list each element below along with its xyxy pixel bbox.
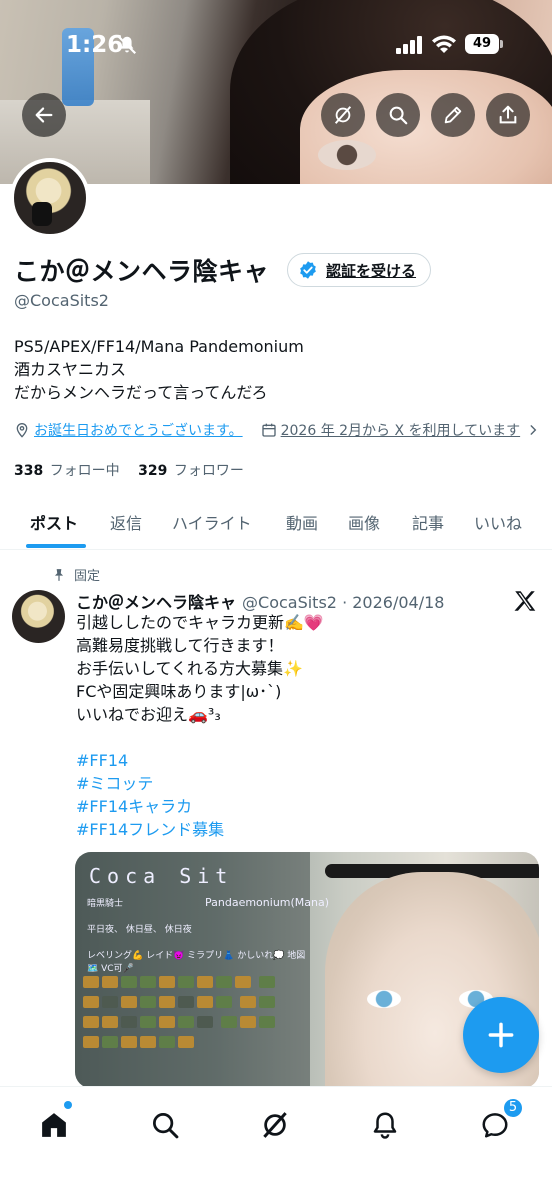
tab-images[interactable]: 画像 xyxy=(348,510,380,534)
pencil-icon xyxy=(444,106,462,124)
joined-date-link[interactable]: 2026 年 2月から X を利用しています xyxy=(281,420,521,440)
pin-icon xyxy=(54,568,64,581)
bio-line: PS5/APEX/FF14/Mana Pandemonium xyxy=(14,337,304,356)
pinned-label: 固定 xyxy=(74,569,101,584)
signal-icon xyxy=(396,36,422,54)
bell-icon xyxy=(373,1112,397,1139)
nav-notifications[interactable] xyxy=(365,1105,405,1145)
search-icon xyxy=(389,106,408,125)
active-tab-indicator xyxy=(26,544,86,548)
followers-count: 329 xyxy=(138,463,168,479)
share-button[interactable] xyxy=(486,93,530,137)
following-count: 338 xyxy=(14,463,44,479)
following-label: フォロー中 xyxy=(49,463,120,479)
post-line: FCや固定興味あります|ω･`) xyxy=(76,682,282,701)
arrow-left-icon xyxy=(35,107,53,123)
status-bar: 1:26 49 xyxy=(0,0,552,90)
post-line: 高難易度挑戦して行きます！ xyxy=(76,636,284,655)
post-author-avatar[interactable] xyxy=(12,590,65,643)
profile-name: こか＠メンヘラ陰キャ xyxy=(14,257,270,286)
character-card-title: Coca Sit xyxy=(89,864,234,888)
bell-off-icon xyxy=(117,35,137,55)
profile-bio: PS5/APEX/FF14/Mana Pandemonium 酒カスヤニカス だ… xyxy=(14,335,304,404)
followers-link[interactable]: 329 フォロワー xyxy=(138,463,244,479)
post-author-name[interactable]: こか＠メンヘラ陰キャ xyxy=(76,593,236,612)
get-verified-label: 認証を受ける xyxy=(326,261,417,280)
follow-stats: 338 フォロー中 329 フォロワー xyxy=(14,460,244,480)
post-line: 引越ししたのでキャラカ更新✍️💗 xyxy=(76,613,324,632)
status-time: 1:26 xyxy=(66,32,124,58)
character-card-server: Pandaemonium(Mana) xyxy=(205,896,330,909)
banner-eye xyxy=(318,140,376,170)
hashtag-link[interactable]: #ミコッテ xyxy=(76,772,224,795)
tab-likes[interactable]: いいね xyxy=(474,510,522,534)
pinned-indicator: 固定 xyxy=(52,565,100,584)
verified-badge-icon xyxy=(300,261,316,279)
edit-button[interactable] xyxy=(431,93,475,137)
back-button[interactable] xyxy=(22,93,66,137)
share-icon xyxy=(499,105,517,124)
post-line: いいねでお迎え🚗³₃ xyxy=(76,705,221,724)
search-button[interactable] xyxy=(376,93,420,137)
character-card-role: 暗黒騎士 xyxy=(87,899,124,909)
profile-handle: @CocaSits2 xyxy=(14,291,109,310)
tab-posts[interactable]: ポスト xyxy=(30,510,78,534)
post-body: 引越ししたのでキャラカ更新✍️💗 高難易度挑戦して行きます！ お手伝いしてくれる… xyxy=(76,611,536,726)
plus-icon xyxy=(488,1022,514,1048)
tab-highlights[interactable]: ハイライト xyxy=(172,510,252,534)
nav-grok[interactable] xyxy=(255,1105,295,1145)
post-line: お手伝いしてくれる方大募集✨ xyxy=(76,659,303,678)
hashtag-link[interactable]: #FF14フレンド募集 xyxy=(76,818,224,841)
calendar-icon xyxy=(261,423,276,437)
grok-button[interactable] xyxy=(321,93,365,137)
messages-badge: 5 xyxy=(502,1097,524,1119)
job-level-grid xyxy=(83,974,283,1054)
followers-label: フォロワー xyxy=(173,463,244,479)
post-author-handle[interactable]: @CocaSits2 xyxy=(242,593,337,612)
post-date[interactable]: · 2026/04/18 xyxy=(342,593,444,612)
tab-videos[interactable]: 動画 xyxy=(286,510,318,534)
character-card-styles: レベリング💪 レイド👿 ミラプリ👗 かしいれ💭 地図🗺️ VC可🎤 xyxy=(87,951,306,974)
battery-level: 49 xyxy=(465,34,499,54)
nav-search[interactable] xyxy=(145,1105,185,1145)
post-header: こか＠メンヘラ陰キャ @CocaSits2 · 2026/04/18 xyxy=(76,589,444,613)
tab-replies[interactable]: 返信 xyxy=(110,510,142,534)
home-icon xyxy=(42,1113,66,1137)
birthday-link[interactable]: お誕生日おめでとうございます。 xyxy=(34,420,243,440)
character-card-times: 平日夜、 休日昼、 休日夜 xyxy=(87,925,192,935)
get-verified-button[interactable]: 認証を受ける xyxy=(287,253,432,287)
wifi-icon xyxy=(432,35,456,53)
search-icon xyxy=(153,1113,179,1139)
profile-meta: お誕生日おめでとうございます。 2026 年 2月から X を利用しています xyxy=(14,420,540,440)
location-pin-icon xyxy=(16,423,28,438)
bottom-navigation xyxy=(0,1086,552,1200)
grok-icon xyxy=(263,1112,287,1138)
compose-post-button[interactable] xyxy=(463,997,539,1073)
home-notification-dot xyxy=(64,1101,72,1109)
tab-articles[interactable]: 記事 xyxy=(412,510,444,534)
battery-icon: 49 xyxy=(465,34,503,54)
nav-home[interactable] xyxy=(34,1105,74,1145)
bio-line: だからメンヘラだって言ってんだろ xyxy=(14,383,268,402)
grok-icon xyxy=(334,106,352,124)
hashtag-link[interactable]: #FF14キャラカ xyxy=(76,795,224,818)
post-hashtags: #FF14 #ミコッテ #FF14キャラカ #FF14フレンド募集 xyxy=(76,749,224,841)
bio-line: 酒カスヤニカス xyxy=(14,360,127,379)
hashtag-link[interactable]: #FF14 xyxy=(76,749,224,772)
profile-tabs: ポスト 返信 ハイライト 動画 画像 記事 いいね xyxy=(0,498,552,550)
following-link[interactable]: 338 フォロー中 xyxy=(14,463,120,479)
chevron-right-icon xyxy=(530,425,537,435)
profile-avatar[interactable] xyxy=(10,158,90,238)
